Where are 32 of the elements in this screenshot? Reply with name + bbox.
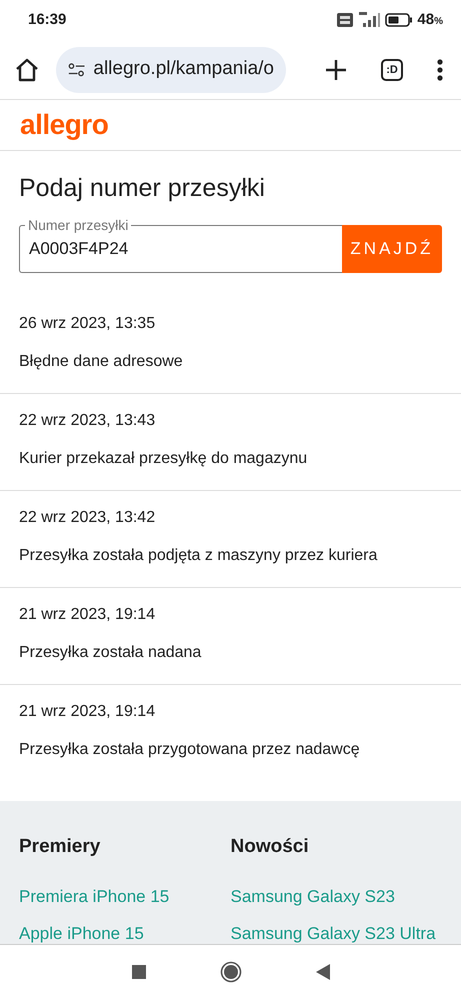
footer-link[interactable]: Samsung Galaxy S23 (230, 884, 442, 909)
event-status: Przesyłka została przygotowana przez nadawcę (19, 740, 361, 760)
clock-time: 16:39 (28, 10, 66, 30)
new-tab-icon[interactable] (325, 58, 347, 80)
footer-link[interactable]: Premiera iPhone 15 (19, 884, 230, 909)
footer-link[interactable]: Apple iPhone 15 (19, 921, 230, 944)
event-time: 21 wrz 2023, 19:14 (19, 702, 156, 722)
event-time: 22 wrz 2023, 13:42 (19, 508, 156, 528)
event-status: Błędne dane adresowe (19, 352, 184, 372)
signal-icon (357, 12, 382, 28)
event-time: 26 wrz 2023, 13:35 (19, 314, 156, 334)
home-icon[interactable] (220, 961, 242, 983)
recents-icon[interactable] (132, 965, 146, 979)
event-time: 21 wrz 2023, 19:14 (19, 605, 156, 625)
address-bar[interactable]: allegro.pl/kampania/o (56, 46, 286, 92)
event-status: Przesyłka została podjęta z maszyny przez kuriera (19, 546, 378, 566)
site-settings-icon (68, 62, 86, 78)
site-logo[interactable]: allegro (20, 109, 108, 140)
footer-heading: Premiery (19, 835, 102, 859)
event-status: Kurier przekazał przesyłkę do magazynu (19, 449, 308, 469)
event-status: Przesyłka została nadana (19, 643, 202, 663)
event-time: 22 wrz 2023, 13:43 (19, 411, 156, 431)
back-icon[interactable] (316, 964, 330, 980)
home-icon[interactable] (14, 56, 40, 82)
footer-heading: Nowości (230, 835, 310, 859)
tab-switcher-button[interactable]: :D (381, 58, 403, 80)
footer-link[interactable]: Samsung Galaxy S23 Ultra (230, 921, 442, 944)
battery-percent: 48% (417, 10, 443, 30)
menu-icon[interactable] (437, 58, 443, 80)
page-title: Podaj numer przesyłki (19, 173, 266, 203)
battery-icon (385, 13, 414, 27)
find-button[interactable]: ZNAJDŹ (342, 225, 442, 273)
